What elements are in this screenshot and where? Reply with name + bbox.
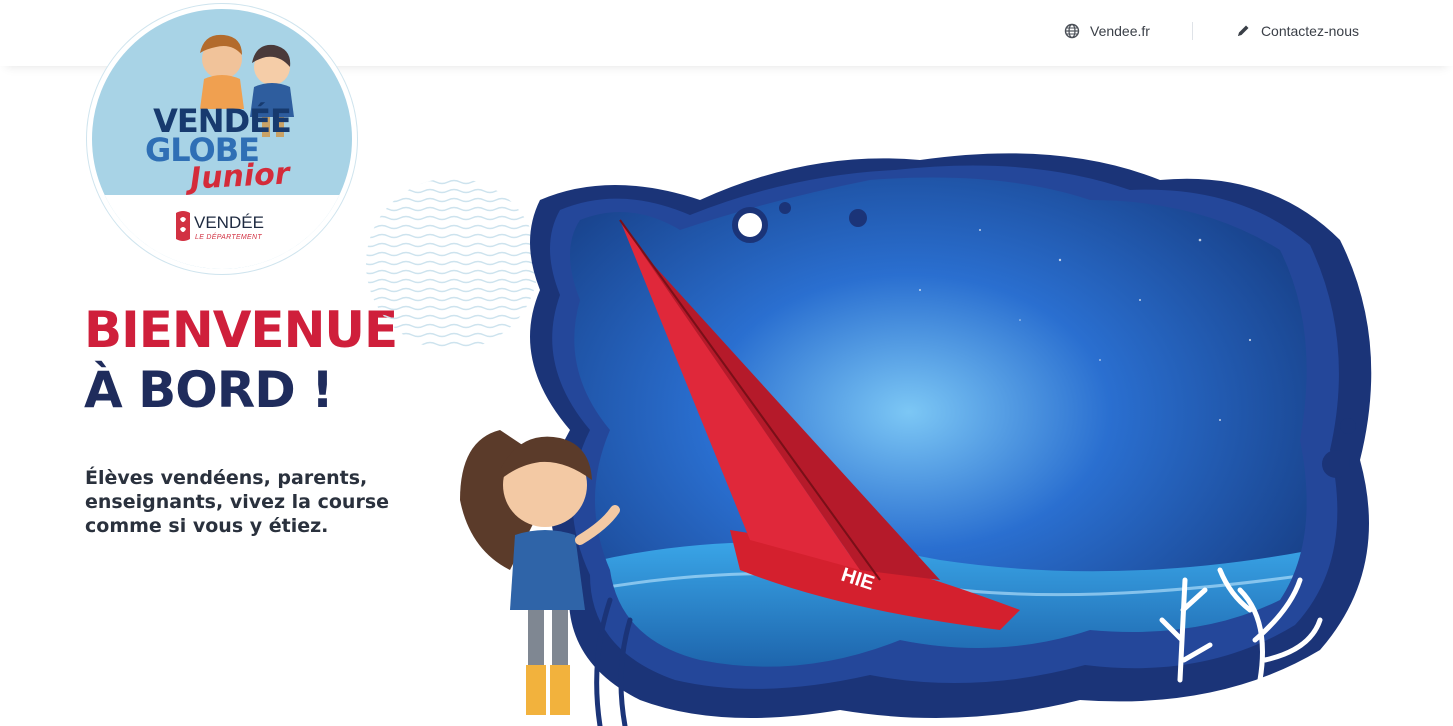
header-nav: Vendee.fr Contactez-nous — [1064, 22, 1359, 40]
vendee-link[interactable]: Vendee.fr — [1064, 23, 1150, 39]
logo-word-junior: Junior — [189, 156, 291, 197]
pencil-icon — [1237, 25, 1249, 36]
hero-title-line-1: BIENVENUE — [84, 301, 398, 359]
contact-link-label: Contactez-nous — [1260, 23, 1359, 39]
globe-icon — [1064, 23, 1080, 39]
hero-intro-text: Élèves vendéens, parents, enseignants, v… — [85, 467, 390, 537]
hero-illustration: HIE — [460, 153, 1372, 726]
nav-divider — [1191, 22, 1193, 40]
logo-department: VENDÉE — [194, 213, 264, 232]
vendee-department-icon — [176, 211, 190, 241]
logo-department-sub: LE DÉPARTEMENT — [195, 234, 262, 241]
vendee-globe-junior-logo[interactable]: VENDÉE GLOBE Junior VENDÉE LE DÉPARTEMEN… — [87, 4, 357, 274]
hero-title-line-2: À BORD ! — [84, 361, 334, 419]
contact-link[interactable]: Contactez-nous — [1235, 23, 1359, 39]
vendee-link-label: Vendee.fr — [1090, 23, 1150, 39]
